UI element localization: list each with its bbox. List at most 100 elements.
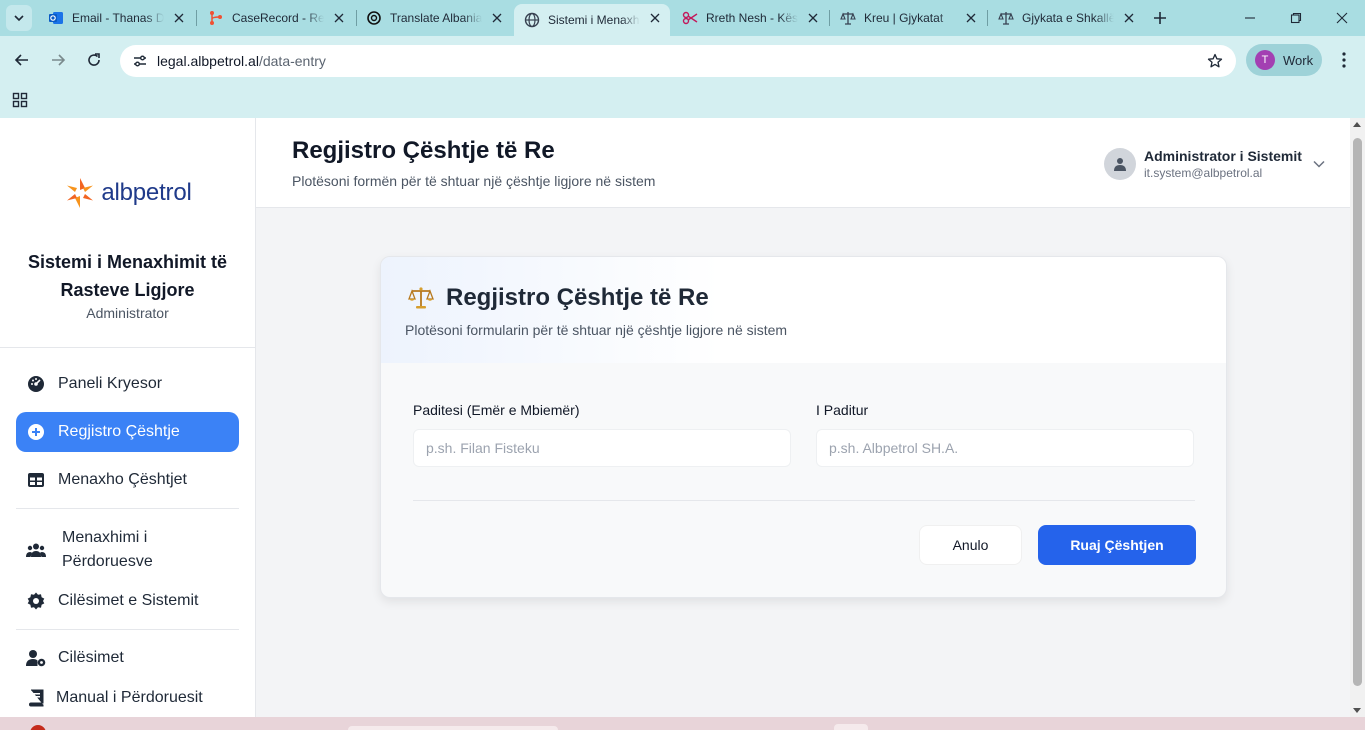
page-scrollbar[interactable] [1350, 118, 1365, 717]
close-icon[interactable] [172, 11, 186, 25]
divider [16, 629, 239, 630]
close-icon[interactable] [490, 11, 504, 25]
browser-tab-rreth-nesh[interactable]: Rreth Nesh - Kës [672, 4, 828, 32]
forward-button[interactable] [46, 48, 70, 72]
sidebar-item-menaxhimi-perdoruesve[interactable]: Menaxhimi i Përdoruesve [16, 524, 239, 576]
reload-button[interactable] [82, 48, 106, 72]
main-content: Regjistro Çështje të Re Plotësoni formën… [256, 118, 1350, 717]
close-icon[interactable] [806, 11, 820, 25]
scroll-down-icon[interactable] [1353, 708, 1361, 713]
defendant-label: I Paditur [816, 402, 869, 418]
taskbar-app-icon[interactable] [30, 725, 46, 730]
case-form-card: Regjistro Çështje të Re Plotësoni formul… [380, 256, 1227, 598]
tab-title: CaseRecord - Re [232, 11, 324, 25]
save-case-button[interactable]: Ruaj Çështjen [1038, 525, 1196, 565]
scroll-up-icon[interactable] [1353, 122, 1361, 127]
form-subtitle: Plotësoni formularin për të shtuar një ç… [405, 322, 788, 338]
sidebar-item-manual[interactable]: Manual i Përdoruesit [16, 678, 239, 717]
sidebar-item-cilesimet[interactable]: Cilësimet [16, 638, 239, 678]
url-text: legal.albpetrol.al/data-entry [157, 53, 326, 69]
new-tab-button[interactable] [1150, 8, 1170, 28]
outlook-icon [48, 10, 64, 26]
browser-tab-translate[interactable]: Translate Albania [356, 4, 512, 32]
user-gear-icon [26, 648, 46, 668]
bookmark-star-icon[interactable] [1206, 52, 1224, 70]
tab-title: Gjykata e Shkallë [1022, 11, 1114, 25]
card-header: Regjistro Çështje të Re Plotësoni formul… [381, 257, 1226, 363]
arrow-right-icon [52, 54, 66, 66]
tab-separator [196, 10, 197, 26]
page-viewport: albpetrol Sistemi i Menaxhimit të Rastev… [0, 118, 1365, 717]
taskbar-app-icon[interactable] [834, 724, 868, 730]
plaintiff-input[interactable] [413, 429, 791, 467]
close-icon[interactable] [332, 11, 346, 25]
minimize-icon [1245, 17, 1255, 19]
user-info: Administrator i Sistemit it.system@albpe… [1144, 148, 1302, 180]
git-icon [208, 10, 224, 26]
tab-search-button[interactable] [6, 5, 32, 31]
arrow-left-icon [14, 54, 28, 66]
apps-button[interactable] [10, 90, 30, 110]
bookmarks-bar [0, 86, 1365, 118]
sidebar-item-paneli-kryesor[interactable]: Paneli Kryesor [16, 364, 239, 404]
restore-icon [1290, 12, 1302, 24]
taskbar-search[interactable] [348, 726, 558, 730]
sidebar-item-cilesimet-sistemit[interactable]: Cilësimet e Sistemit [16, 581, 239, 621]
user-avatar-icon [1104, 148, 1136, 180]
profile-name: Work [1283, 52, 1314, 68]
sidebar-item-label: Manual i Përdoruesit [56, 689, 203, 706]
plaintiff-label: Paditesi (Emër e Mbiemër) [413, 402, 580, 418]
page-header: Regjistro Çështje të Re Plotësoni formën… [256, 118, 1350, 208]
brand-logo: albpetrol [0, 176, 255, 210]
profile-button[interactable]: T Work [1246, 44, 1322, 76]
sidebar-item-label: Menaxho Çështjet [58, 471, 187, 488]
tab-title: Email - Thanas D [72, 11, 164, 25]
page-title: Regjistro Çështje të Re [292, 137, 555, 164]
cancel-button[interactable]: Anulo [919, 525, 1022, 565]
sidebar-item-menaxho-ceshtjet[interactable]: Menaxho Çështjet [16, 460, 239, 500]
user-menu[interactable]: Administrator i Sistemit it.system@albpe… [1104, 146, 1326, 182]
url-path: /data-entry [258, 53, 326, 69]
window-close-button[interactable] [1332, 8, 1352, 28]
defendant-input[interactable] [816, 429, 1194, 467]
profile-avatar: T [1255, 50, 1275, 70]
restore-button[interactable] [1286, 8, 1306, 28]
apps-grid-icon [12, 92, 28, 108]
close-icon[interactable] [964, 11, 978, 25]
book-icon [26, 688, 46, 708]
page-subtitle: Plotësoni formën për të shtuar një çësht… [292, 173, 656, 189]
browser-tab-email[interactable]: Email - Thanas D [38, 4, 194, 32]
user-role: Administrator [86, 305, 169, 321]
tab-title: Sistemi i Menaxh [548, 13, 640, 27]
address-bar[interactable]: legal.albpetrol.al/data-entry [120, 45, 1236, 77]
users-icon [26, 540, 46, 560]
url-host: legal.albpetrol.al [157, 53, 259, 69]
tab-title: Translate Albania [390, 11, 482, 25]
browser-tabstrip: Email - Thanas D CaseRecord - Re Transla… [0, 0, 1365, 36]
browser-menu-button[interactable] [1334, 48, 1354, 72]
divider [0, 347, 255, 348]
system-title: Sistemi i Menaxhimit të Rasteve Ligjore [27, 252, 228, 300]
browser-tab-caserecord[interactable]: CaseRecord - Re [198, 4, 354, 32]
more-vertical-icon [1342, 52, 1346, 68]
divider [413, 500, 1195, 501]
browser-tab-sistemi[interactable]: Sistemi i Menaxh [514, 4, 670, 36]
scrollbar-thumb[interactable] [1353, 138, 1362, 686]
sidebar-item-label: Paneli Kryesor [58, 375, 163, 392]
site-info-icon[interactable] [128, 49, 152, 73]
sidebar: albpetrol Sistemi i Menaxhimit të Rastev… [0, 118, 256, 717]
brand-name: albpetrol [101, 179, 192, 206]
user-email: it.system@albpetrol.al [1144, 166, 1263, 180]
close-icon [1336, 12, 1348, 24]
back-button[interactable] [10, 48, 34, 72]
form-title: Regjistro Çështje të Re [446, 284, 709, 311]
card-title-row: Regjistro Çështje të Re [408, 284, 709, 312]
browser-tab-kreu-gjykatat[interactable]: Kreu | Gjykatat [830, 4, 986, 32]
plus-circle-icon [26, 422, 46, 442]
minimize-button[interactable] [1240, 8, 1260, 28]
browser-tab-gjykata-shkalle[interactable]: Gjykata e Shkallë [988, 4, 1144, 32]
sidebar-item-regjistro-ceshtje[interactable]: Regjistro Çështje [16, 412, 239, 452]
close-icon[interactable] [1122, 11, 1136, 25]
sidebar-item-label: Menaxhimi i Përdoruesve [62, 529, 153, 570]
close-icon[interactable] [648, 11, 662, 25]
